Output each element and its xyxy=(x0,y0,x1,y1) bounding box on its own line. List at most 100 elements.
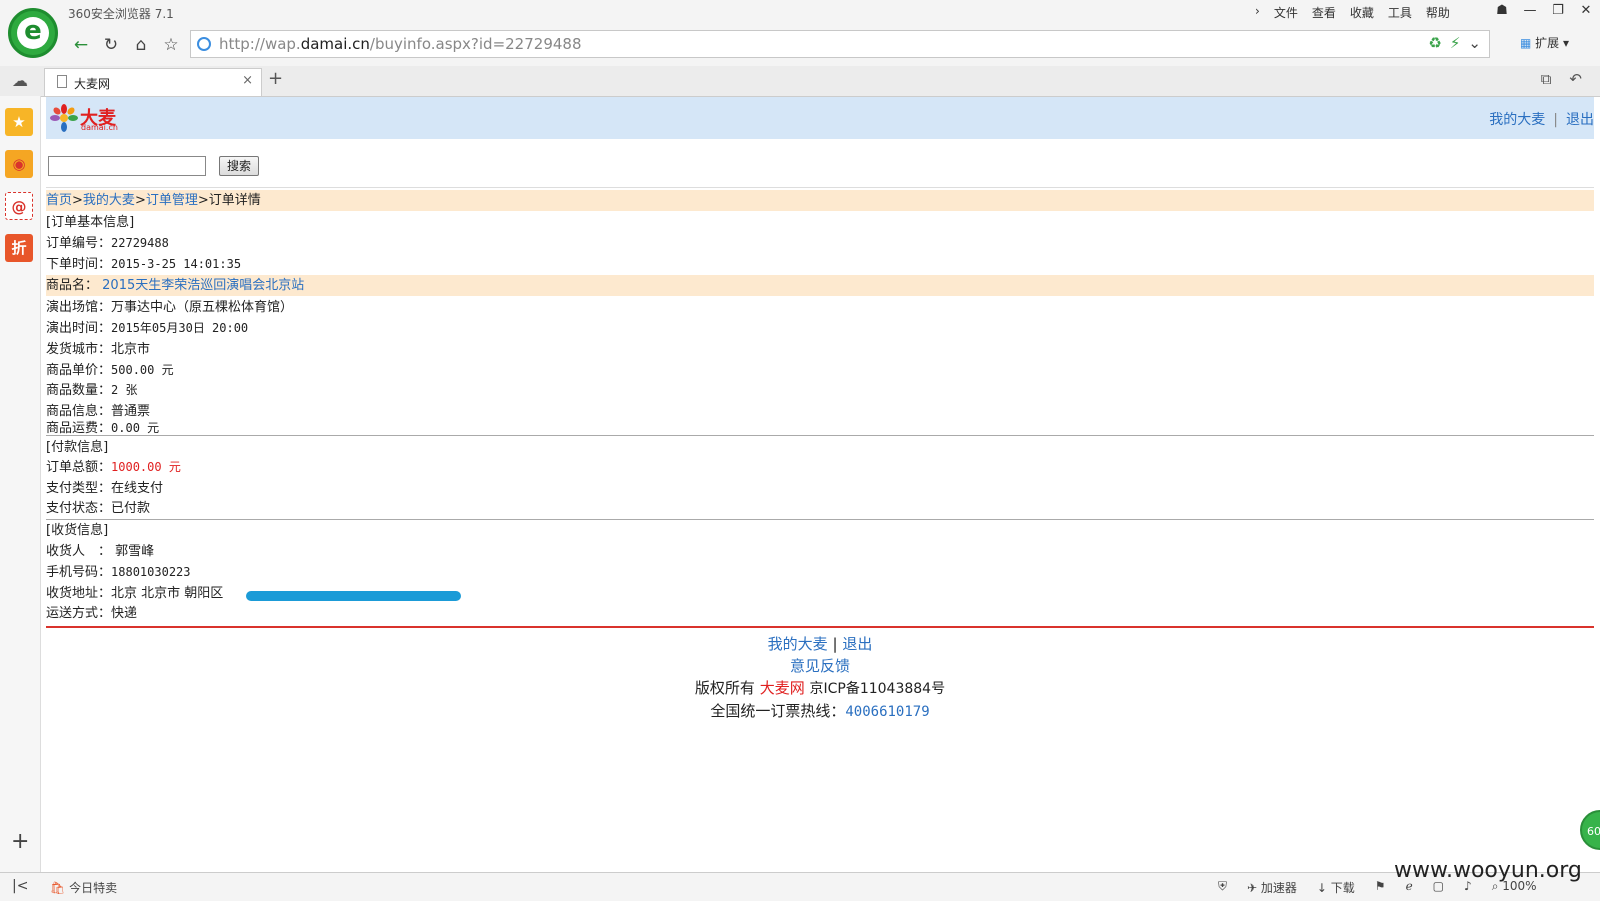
shipping-fee-label: 商品运费： xyxy=(46,421,112,436)
show-time-label: 演出时间： xyxy=(46,321,112,336)
breadcrumb-current: 订单详情 xyxy=(208,193,261,208)
product-name-link[interactable]: 2015天生李荣浩巡回演唱会北京站 xyxy=(102,278,304,293)
favorites-star-icon[interactable]: ★ xyxy=(5,108,33,136)
my-damai-link[interactable]: 我的大麦 xyxy=(1489,112,1545,128)
logo-subtext: damai.cn xyxy=(81,123,118,132)
pay-status-row: 支付状态：已付款 xyxy=(46,498,1594,519)
section-payment-title: [付款信息] xyxy=(46,440,109,455)
globe-icon xyxy=(197,37,211,51)
quantity-value: 2 张 xyxy=(111,383,138,397)
skin-icon[interactable]: ☗ xyxy=(1488,0,1516,22)
brand-text: 大麦网 xyxy=(759,679,805,697)
menu-item-file[interactable]: 文件 xyxy=(1274,4,1298,21)
ship-city-label: 发货城市： xyxy=(46,342,112,357)
browser-logo-icon[interactable]: e xyxy=(8,8,58,58)
phone-label: 手机号码： xyxy=(46,565,112,580)
footer-logout-link[interactable]: 退出 xyxy=(842,635,872,653)
breadcrumb-my-damai[interactable]: 我的大麦 xyxy=(83,193,135,208)
navigation-bar: ← ↻ ⌂ ☆ http://wap.damai.cn/buyinfo.aspx… xyxy=(0,26,1600,67)
grid-icon: ▦ xyxy=(1520,36,1532,50)
star-icon[interactable]: ☆ xyxy=(158,32,184,58)
quantity-row: 商品数量：2 张 xyxy=(46,380,1594,401)
search-input[interactable] xyxy=(48,156,206,176)
ship-city-value: 北京市 xyxy=(111,342,151,357)
pay-status-value: 已付款 xyxy=(111,501,151,516)
discount-icon[interactable]: 折 xyxy=(5,234,33,262)
receiver-name-label: 收货人 ： xyxy=(46,544,112,559)
flag-icon[interactable]: ⚑ xyxy=(1375,879,1386,896)
delivery-row: 运送方式：快递 xyxy=(46,603,1594,624)
daily-deals-button[interactable]: 🛍 今日特卖 xyxy=(50,879,117,896)
hotline-label: 全国统一订票热线： xyxy=(710,702,846,720)
logout-link[interactable]: 退出 xyxy=(1566,112,1594,128)
product-name-row: 商品名： 2015天生李荣浩巡回演唱会北京站 xyxy=(46,275,1594,296)
cloud-icon[interactable]: ☁ xyxy=(12,71,28,90)
status-bar: |< 🛍 今日特卖 ⛨ ✈ 加速器 ↓ 下载 ⚑ ℯ ▢ ♪ ⌕ 100% xyxy=(0,872,1600,901)
page-content: 大麦 damai.cn 我的大麦 | 退出 搜索 首页>我的大麦>订单管理>订单详情… xyxy=(46,97,1594,872)
ship-city-row: 发货城市：北京市 xyxy=(46,339,1594,360)
home-icon[interactable]: ⌂ xyxy=(128,32,154,58)
breadcrumb-order-mgmt[interactable]: 订单管理 xyxy=(146,193,198,208)
menu-item-more[interactable]: › xyxy=(1255,4,1260,21)
gift-icon: 🛍 xyxy=(50,881,66,895)
restore-window-icon[interactable]: ⧉ xyxy=(1541,70,1552,88)
pay-type-label: 支付类型： xyxy=(46,481,112,496)
weibo-icon[interactable]: ◉ xyxy=(5,150,33,178)
collapse-sidebar-icon[interactable]: |< xyxy=(12,878,28,894)
venue-value: 万事达中心（原五棵松体育馆） xyxy=(111,300,294,315)
section-receiver-title: [收货信息] xyxy=(46,523,109,538)
damai-logo[interactable]: 大麦 damai.cn xyxy=(50,104,122,132)
page-icon xyxy=(57,75,67,88)
download-button[interactable]: ↓ 下载 xyxy=(1317,879,1355,896)
total-label: 订单总额： xyxy=(46,460,112,475)
show-time-row: 演出时间：2015年05月30日 20:00 xyxy=(46,318,1594,339)
mail-icon[interactable]: @ xyxy=(5,192,33,220)
minimize-button[interactable]: — xyxy=(1516,0,1544,22)
close-tab-icon[interactable]: × xyxy=(242,73,253,88)
menu-item-help[interactable]: 帮助 xyxy=(1426,4,1450,21)
search-button[interactable]: 搜索 xyxy=(219,156,259,176)
accelerator-button[interactable]: ✈ 加速器 xyxy=(1247,879,1297,896)
header-links: 我的大麦 | 退出 xyxy=(1489,112,1594,128)
tab-damai[interactable]: 大麦网 × xyxy=(44,68,262,96)
lightning-icon[interactable]: ⚡ xyxy=(1450,34,1461,52)
breadcrumb-home[interactable]: 首页 xyxy=(46,193,72,208)
tab-bar: ☁ 大麦网 × + ⧉ ↶ xyxy=(0,66,1600,97)
breadcrumb-sep: > xyxy=(197,193,209,208)
window-controls: ☗ — ❐ ✕ xyxy=(1488,0,1600,22)
tab-title: 大麦网 xyxy=(74,77,111,91)
app-title: 360安全浏览器 7.1 xyxy=(68,7,174,21)
footer-divider xyxy=(46,626,1594,628)
footer-my-damai-link[interactable]: 我的大麦 xyxy=(768,635,828,653)
title-bar: 360安全浏览器 7.1 › 文件 查看 收藏 工具 帮助 ☗ — ❐ ✕ xyxy=(0,0,1600,26)
new-tab-button[interactable]: + xyxy=(268,68,283,89)
add-sidebar-icon[interactable]: + xyxy=(11,829,29,854)
pay-status-label: 支付状态： xyxy=(46,501,112,516)
recycle-icon[interactable]: ♻ xyxy=(1428,34,1441,52)
chevron-down-icon[interactable]: ⌄ xyxy=(1468,34,1481,52)
shield-icon[interactable]: ⛨ xyxy=(1218,879,1227,896)
delivery-value: 快递 xyxy=(111,606,138,621)
address-bar[interactable]: http://wap.damai.cn/buyinfo.aspx?id=2272… xyxy=(190,30,1490,58)
feedback-link[interactable]: 意见反馈 xyxy=(790,657,850,675)
copyright-text: 版权所有 xyxy=(694,679,755,697)
back-icon[interactable]: ← xyxy=(68,32,94,58)
receiver-name-row: 收货人 ： 郭雪峰 xyxy=(46,541,1594,562)
menu-item-favorites[interactable]: 收藏 xyxy=(1350,4,1374,21)
divider xyxy=(46,435,1594,436)
menu-item-view[interactable]: 查看 xyxy=(1312,4,1336,21)
maximize-button[interactable]: ❐ xyxy=(1544,0,1572,22)
hotline-link[interactable]: 4006610179 xyxy=(845,704,929,720)
unit-price-label: 商品单价： xyxy=(46,363,112,378)
breadcrumb-sep: > xyxy=(134,193,146,208)
pay-type-value: 在线支付 xyxy=(111,481,164,496)
url-text[interactable]: http://wap.damai.cn/buyinfo.aspx?id=2272… xyxy=(219,35,582,53)
menu-item-tools[interactable]: 工具 xyxy=(1388,4,1412,21)
address-value: 北京 北京市 朝阳区 xyxy=(111,586,224,601)
refresh-icon[interactable]: ↻ xyxy=(98,32,124,58)
extensions-button[interactable]: ▦ 扩展 ▾ xyxy=(1520,34,1569,51)
close-button[interactable]: ✕ xyxy=(1572,0,1600,22)
accelerator-label: 加速器 xyxy=(1260,881,1297,895)
order-no-label: 订单编号： xyxy=(46,236,112,251)
undo-close-icon[interactable]: ↶ xyxy=(1569,70,1582,88)
